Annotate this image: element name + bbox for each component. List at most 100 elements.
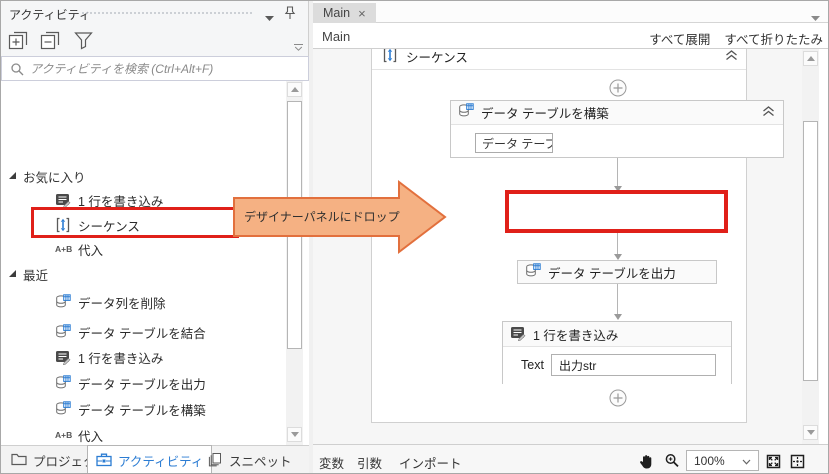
app-window: アクティビティ アクティビティを検索 (Ctrl+Alt+F) お気に入り 1 … [0, 0, 829, 474]
collapse-all-icon[interactable] [38, 29, 62, 51]
tree-item-assign-recent[interactable]: A+B 代入 [1, 424, 285, 445]
assign-icon: A+B [55, 244, 73, 254]
write-line-icon [55, 192, 71, 208]
expander-triangle-icon[interactable] [8, 267, 22, 281]
tree-item-label: 1 行を書き込み [78, 351, 164, 366]
highlight-box-tree-item [31, 207, 239, 238]
activities-panel-title: アクティビティ [9, 8, 91, 22]
pin-icon[interactable] [284, 6, 296, 23]
activity-write-line[interactable]: 1 行を書き込み Text 出力str [502, 321, 732, 385]
tree-item-output-datatable[interactable]: データ テーブルを出力 [1, 372, 285, 394]
activity-build-datatable[interactable]: データ テーブルを構築 データ テーブル... [450, 100, 784, 158]
activity-header[interactable]: データ テーブルを構築 [451, 101, 783, 125]
expand-all-link[interactable]: すべて展開 [649, 29, 710, 48]
drop-annotation-label: デザイナーパネルにドロップ [244, 210, 400, 224]
designer-breadcrumb-bar: Main すべて展開 すべて折りたたみ [313, 23, 828, 49]
activities-panel-header[interactable]: アクティビティ [1, 1, 308, 25]
scrollbar-thumb[interactable] [803, 121, 818, 381]
add-activity-icon[interactable] [609, 389, 627, 407]
variables-button[interactable]: 変数 [319, 453, 344, 472]
add-activity-icon[interactable] [609, 79, 627, 97]
activities-icon [96, 452, 112, 470]
collapse-all-link[interactable]: すべて折りたたみ [724, 29, 823, 48]
zoom-level-select[interactable]: 100% [686, 450, 759, 471]
search-box [1, 56, 309, 81]
tab-label: アクティビティ [118, 455, 204, 469]
datatable-icon [55, 401, 71, 417]
snippets-icon [207, 452, 223, 470]
tab-main-document[interactable]: Main × [313, 3, 376, 23]
close-icon[interactable]: × [358, 6, 366, 21]
activities-toolbar [1, 25, 308, 56]
activity-title: データ テーブルを構築 [481, 107, 609, 121]
collapse-chevron-icon[interactable] [725, 49, 738, 64]
tab-list-chevron-icon[interactable] [811, 10, 820, 24]
document-tab-label: Main [323, 6, 351, 20]
toolbar-overflow-icon[interactable] [293, 41, 304, 55]
collapse-chevron-icon[interactable] [762, 105, 775, 120]
tree-item-remove-data-column[interactable]: データ列を削除 [1, 291, 285, 313]
activity-output-datatable[interactable]: データ テーブルを出力 [517, 260, 717, 284]
document-tab-bar: Main × [313, 1, 828, 24]
sequence-icon [382, 49, 398, 66]
activities-tree: お気に入り 1 行を書き込み シーケンス A+B 代入 最近 データ列を削除 デ… [1, 81, 309, 445]
connector-line [617, 233, 618, 254]
scroll-up-icon[interactable] [287, 82, 302, 97]
datatable-button[interactable]: データ テーブル... [475, 133, 553, 153]
tree-item-join-datatable[interactable]: データ テーブルを結合 [1, 321, 285, 343]
center-view-icon[interactable] [788, 452, 806, 470]
canvas-scrollbar[interactable] [802, 49, 819, 444]
expander-triangle-icon[interactable] [8, 169, 22, 183]
assign-icon: A+B [55, 430, 73, 440]
expand-all-icon[interactable] [6, 29, 30, 51]
search-input[interactable] [30, 61, 308, 76]
datatable-icon [525, 262, 541, 282]
imports-button[interactable]: インポート [399, 453, 462, 472]
tree-scrollbar[interactable] [286, 81, 303, 445]
activity-header[interactable]: 1 行を書き込み [503, 322, 731, 347]
text-field-label: Text [521, 358, 544, 372]
datatable-icon [458, 103, 474, 122]
scroll-down-icon[interactable] [287, 427, 302, 442]
zoom-level-value: 100% [694, 453, 725, 468]
left-panel-tab-bar: プロジェクト アクティビティ スニペット [1, 445, 309, 473]
panel-drag-grip[interactable] [81, 11, 252, 16]
chevron-down-icon [742, 454, 751, 468]
pan-hand-icon[interactable] [637, 452, 655, 470]
tree-item-label: データ列を削除 [78, 296, 166, 311]
arguments-button[interactable]: 引数 [357, 453, 382, 472]
tree-group-label: 最近 [23, 268, 49, 283]
scroll-up-icon[interactable] [803, 51, 818, 66]
connector-line [617, 158, 618, 186]
tree-group-label: お気に入り [23, 170, 86, 185]
scroll-down-icon[interactable] [803, 425, 818, 440]
tab-label: スニペット [229, 455, 292, 469]
tree-item-label: データ テーブルを結合 [78, 326, 206, 341]
breadcrumb[interactable]: Main [322, 29, 350, 44]
zoom-magnifier-icon[interactable] [663, 452, 681, 470]
tab-activities[interactable]: アクティビティ [87, 445, 213, 473]
tree-item-label: 代入 [78, 429, 104, 444]
datatable-icon [55, 324, 71, 340]
write-line-icon [510, 325, 526, 344]
tree-item-write-line-recent[interactable]: 1 行を書き込み [1, 346, 285, 368]
tree-group-recent[interactable]: 最近 [1, 263, 285, 285]
sequence-title: シーケンス [406, 51, 468, 65]
text-expression-input[interactable]: 出力str [551, 354, 716, 376]
datatable-icon [55, 294, 71, 310]
highlight-box-dropped-activity [505, 190, 728, 233]
sequence-header[interactable]: シーケンス [372, 49, 746, 70]
filter-icon[interactable] [71, 29, 95, 51]
datatable-icon [55, 375, 71, 391]
folder-icon [11, 452, 27, 469]
fit-to-screen-icon[interactable] [764, 452, 782, 470]
activity-title: 1 行を書き込み [533, 328, 619, 343]
tab-snippets[interactable]: スニペット [199, 446, 300, 473]
activity-body: Text 出力str [503, 347, 731, 385]
connector-arrowhead [614, 314, 622, 320]
tree-item-label: データ テーブルを出力 [78, 377, 206, 392]
connector-line [617, 284, 618, 314]
tree-item-build-datatable[interactable]: データ テーブルを構築 [1, 398, 285, 420]
write-line-icon [55, 349, 71, 365]
panel-menu-chevron-icon[interactable] [265, 10, 274, 24]
